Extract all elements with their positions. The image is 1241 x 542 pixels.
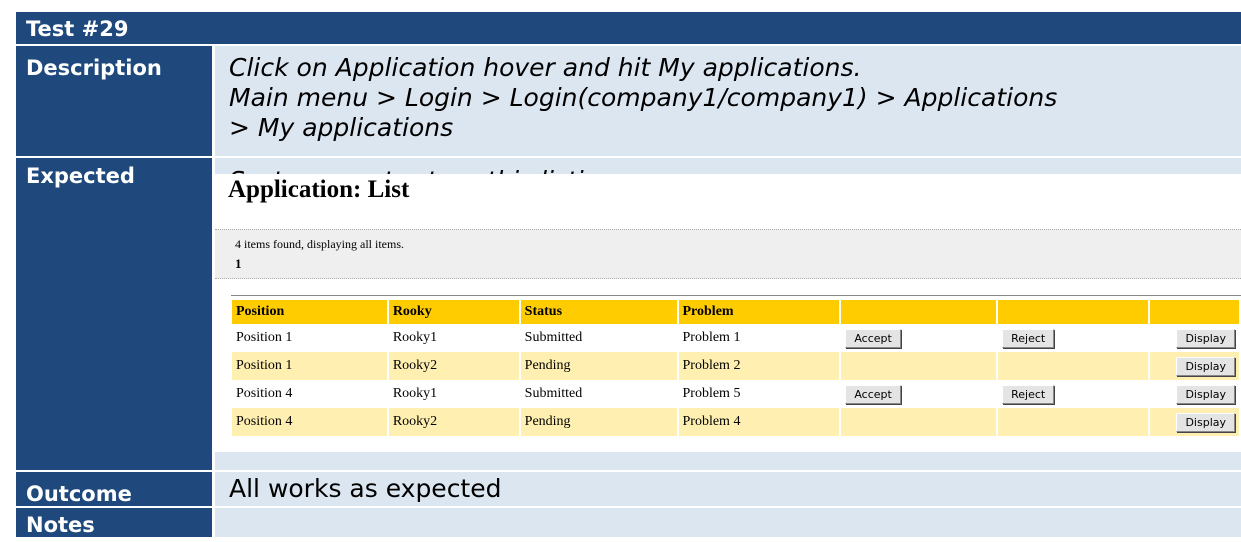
display-cell: Display (1148, 352, 1241, 380)
notes-row: Notes (16, 508, 1241, 537)
notes-value (215, 508, 1241, 537)
column-header[interactable]: Status (519, 300, 679, 324)
accept-cell (840, 352, 999, 380)
reject-cell: Reject (997, 324, 1150, 352)
problem-cell: Problem 1 (677, 324, 842, 352)
accept-cell (840, 408, 999, 436)
problem-cell: Problem 2 (677, 352, 842, 380)
items-found-text: 4 items found, displaying all items. (235, 237, 404, 251)
outcome-value: All works as expected (215, 472, 1241, 506)
description-line: Main menu > Login > Login(company1/compa… (229, 83, 1058, 112)
display-button[interactable]: Display (1176, 412, 1235, 432)
description-line: > My applications (229, 113, 454, 142)
divider (231, 295, 1241, 296)
column-header[interactable]: Problem (677, 300, 842, 324)
display-cell: Display (1148, 324, 1241, 352)
column-header (1148, 300, 1241, 324)
display-button[interactable]: Display (1176, 356, 1235, 376)
reject-button[interactable]: Reject (1002, 328, 1055, 348)
rooky-cell: Rooky2 (387, 408, 521, 436)
page-number[interactable]: 1 (235, 256, 242, 272)
reject-button[interactable]: Reject (1002, 384, 1055, 404)
outcome-label: Outcome (16, 472, 212, 506)
description-label: Description (16, 46, 212, 156)
description-row: Description Click on Application hover a… (16, 46, 1241, 156)
status-cell: Pending (519, 408, 679, 436)
position-cell: Position 1 (232, 352, 389, 380)
problem-cell: Problem 4 (677, 408, 842, 436)
column-header[interactable]: Position (232, 300, 389, 324)
expected-label: Expected (16, 158, 212, 470)
accept-button[interactable]: Accept (845, 328, 901, 348)
position-cell: Position 4 (232, 408, 389, 436)
display-button[interactable]: Display (1176, 328, 1235, 348)
accept-button[interactable]: Accept (845, 384, 901, 404)
accept-cell: Accept (840, 380, 999, 408)
column-header (840, 300, 999, 324)
column-header[interactable]: Rooky (387, 300, 521, 324)
position-cell: Position 1 (232, 324, 389, 352)
application-list-screenshot: Application: List 4 items found, display… (215, 174, 1241, 452)
display-cell: Display (1148, 408, 1241, 436)
status-cell: Submitted (519, 324, 679, 352)
notes-label: Notes (16, 508, 212, 537)
column-header (997, 300, 1150, 324)
position-cell: Position 4 (232, 380, 389, 408)
table-row: Position 4 Rooky1 Submitted Problem 5 Ac… (232, 380, 1241, 408)
description-line: Click on Application hover and hit My ap… (229, 53, 862, 82)
description-value: Click on Application hover and hit My ap… (215, 46, 1241, 156)
table-row: Position 1 Rooky1 Submitted Problem 1 Ac… (232, 324, 1241, 352)
problem-cell: Problem 5 (677, 380, 842, 408)
rooky-cell: Rooky1 (387, 324, 521, 352)
accept-cell: Accept (840, 324, 999, 352)
rooky-cell: Rooky2 (387, 352, 521, 380)
rooky-cell: Rooky1 (387, 380, 521, 408)
outcome-row: Outcome All works as expected (16, 472, 1241, 506)
table-row: Position 1 Rooky2 Pending Problem 2 Disp… (232, 352, 1241, 380)
status-cell: Submitted (519, 380, 679, 408)
test-title: Test #29 (26, 17, 129, 41)
status-cell: Pending (519, 352, 679, 380)
table-row: Position 4 Rooky2 Pending Problem 4 Disp… (232, 408, 1241, 436)
pagination-banner: 4 items found, displaying all items. 1 (215, 229, 1241, 279)
display-cell: Display (1148, 380, 1241, 408)
applications-table: Position Rooky Status Problem Position 1… (232, 300, 1241, 436)
page-title: Application: List (228, 176, 410, 203)
table-header-row: Position Rooky Status Problem (232, 300, 1241, 324)
reject-cell: Reject (997, 380, 1150, 408)
display-button[interactable]: Display (1176, 384, 1235, 404)
reject-cell (997, 352, 1150, 380)
test-header: Test #29 (16, 12, 1241, 44)
reject-cell (997, 408, 1150, 436)
